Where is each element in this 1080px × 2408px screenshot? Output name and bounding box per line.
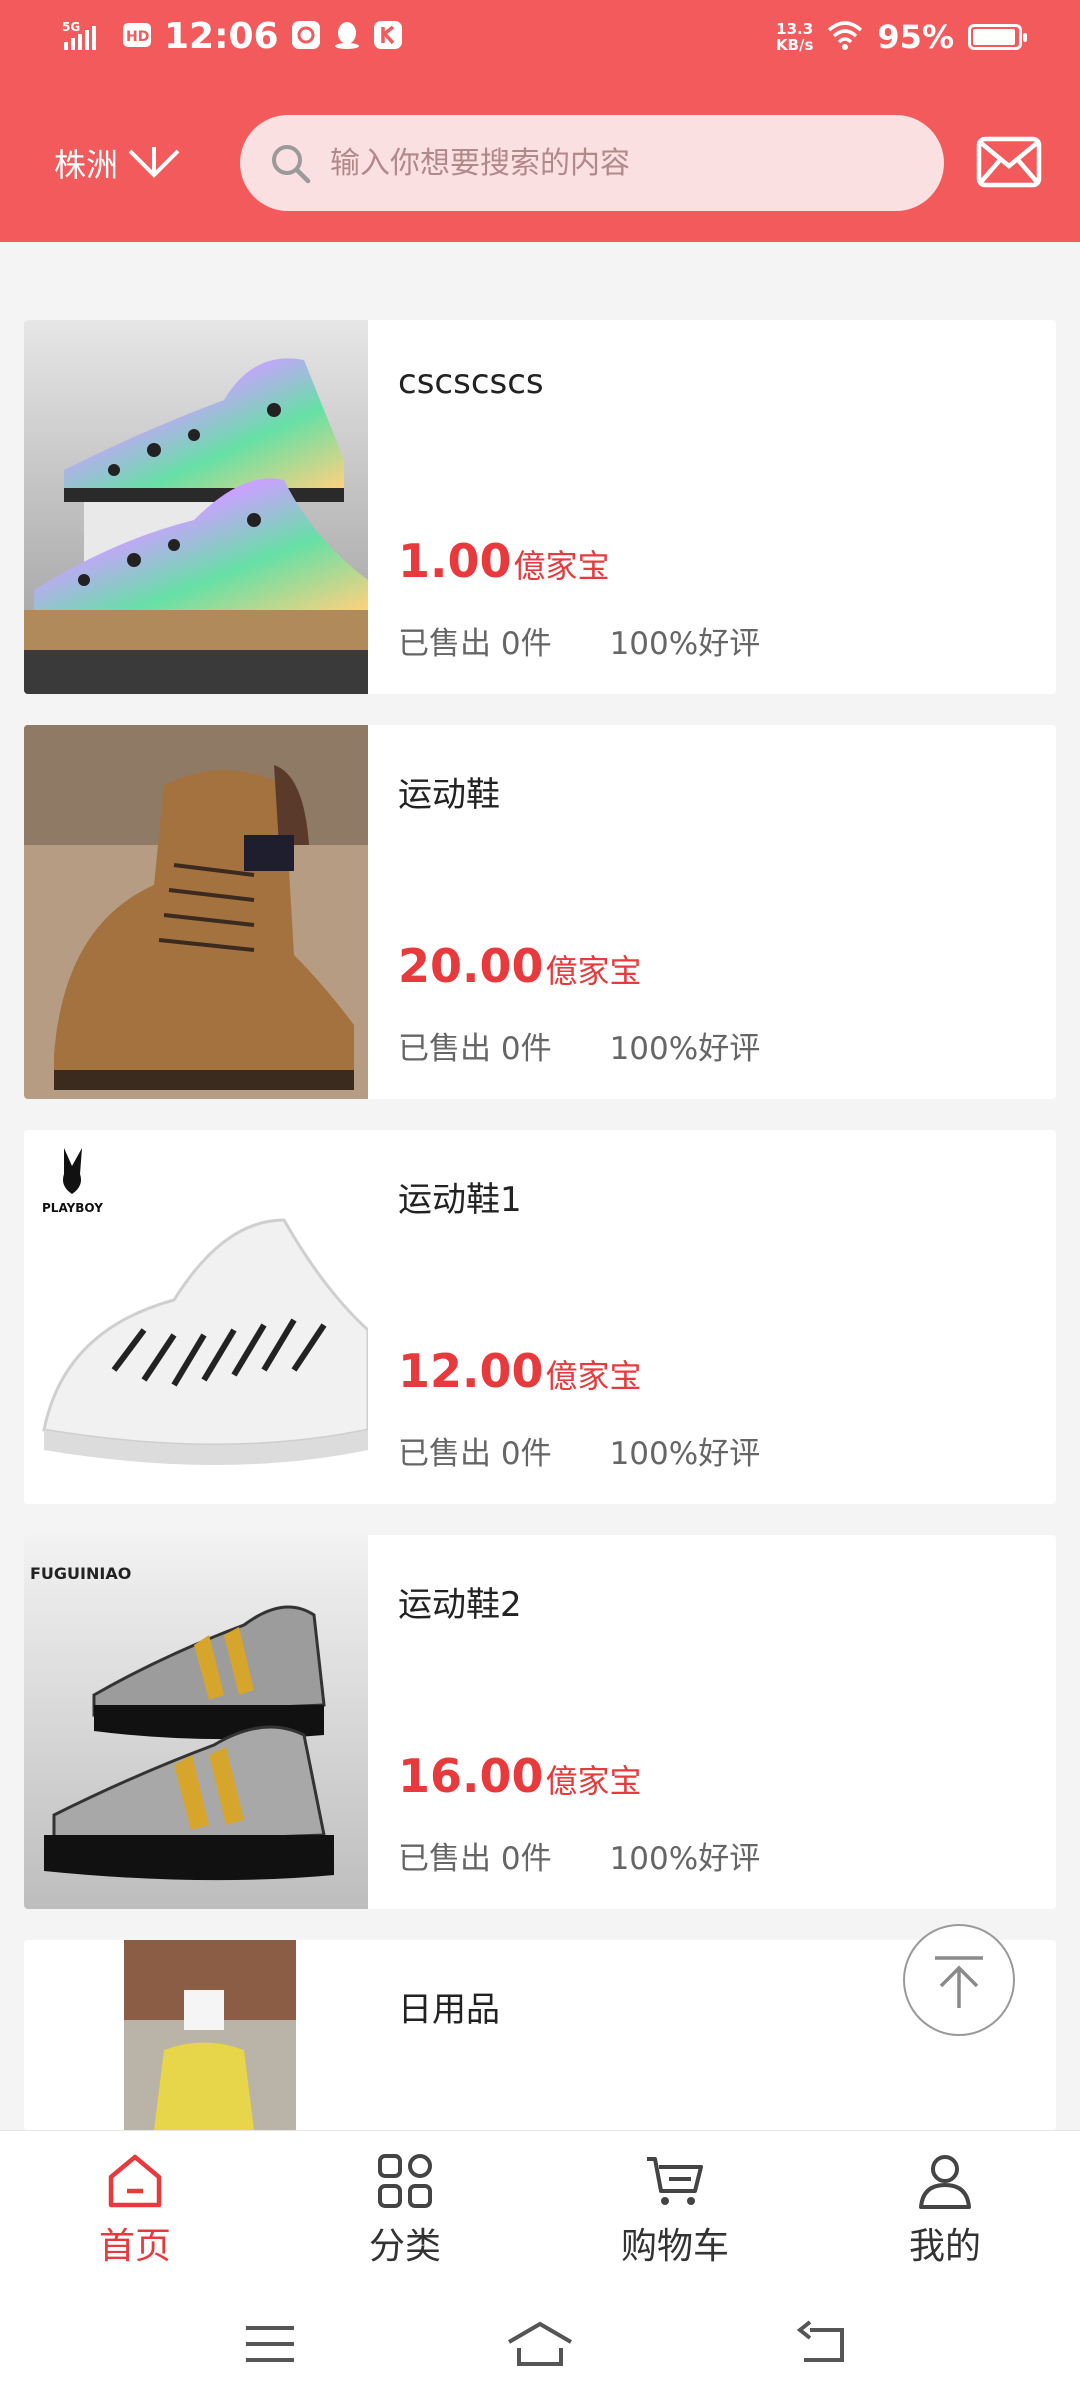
- rating: 100%好评: [609, 1436, 761, 1472]
- sold-count: 已售出 0件: [398, 1841, 552, 1877]
- tab-home[interactable]: 首页: [35, 2151, 235, 2269]
- hd-icon: HD: [122, 22, 152, 52]
- network-type: 5G: [62, 20, 80, 34]
- tab-profile[interactable]: 我的: [845, 2151, 1045, 2269]
- sold-count: 已售出 0件: [398, 626, 552, 662]
- product-card[interactable]: PLAYBOY 运动鞋1 12.00 億家宝 已售出 0件 100%好评: [24, 1130, 1056, 1504]
- status-bar: 5G HD 12:06 13.3 KB/s 95%: [0, 0, 1080, 84]
- tab-label: 首页: [98, 2226, 171, 2267]
- product-price: 16.00 億家宝: [398, 1749, 642, 1803]
- category-icon: [378, 2154, 432, 2208]
- product-title: 运动鞋: [398, 775, 500, 815]
- header: 5G HD 12:06 13.3 KB/s 95% 株洲 输入你想要搜索的内容: [0, 0, 1080, 242]
- cart-icon: [647, 2157, 703, 2205]
- fuguiniao-logo: FUGUINIAO: [30, 1564, 131, 1583]
- tab-category[interactable]: 分类: [305, 2151, 505, 2269]
- arrow-up-icon: [935, 1956, 983, 2008]
- product-list: cscscscs 1.00 億家宝 已售出 0件 100%好评 运动鞋 20.0…: [24, 320, 1056, 2130]
- network-speed: 13.3 KB/s: [775, 20, 814, 54]
- product-card[interactable]: FUGUINIAO 运动鞋2 16.00 億家宝 已售出 0件 100%好评: [24, 1535, 1056, 1909]
- user-icon: [919, 2155, 971, 2209]
- svg-text:FUGUINIAO: FUGUINIAO: [30, 1564, 131, 1583]
- product-image: PLAYBOY: [24, 1130, 368, 1504]
- signal-icon: 5G: [60, 18, 110, 56]
- city-selector[interactable]: 株洲: [54, 140, 182, 186]
- back-icon[interactable]: [796, 2320, 848, 2368]
- app-notification-icon: [291, 20, 321, 54]
- svg-text:HD: HD: [126, 29, 149, 45]
- product-title: 日用品: [398, 1990, 500, 2030]
- product-price: 12.00 億家宝: [398, 1344, 642, 1398]
- product-title: 运动鞋1: [398, 1180, 522, 1220]
- product-meta: 已售出 0件 100%好评: [398, 1023, 760, 1068]
- tab-label: 购物车: [620, 2226, 729, 2267]
- tab-label: 我的: [908, 2226, 981, 2267]
- product-image: [24, 320, 368, 694]
- product-card[interactable]: cscscscs 1.00 億家宝 已售出 0件 100%好评: [24, 320, 1056, 694]
- battery-icon: [968, 24, 1027, 50]
- product-card[interactable]: 日用品: [24, 1940, 1056, 2130]
- product-title: cscscscs: [398, 362, 544, 402]
- rating: 100%好评: [609, 626, 761, 662]
- rating: 100%好评: [609, 1031, 761, 1067]
- product-price: 1.00 億家宝: [398, 534, 610, 588]
- product-meta: 已售出 0件 100%好评: [398, 1428, 760, 1473]
- product-title: 运动鞋2: [398, 1585, 522, 1625]
- rating: 100%好评: [609, 1841, 761, 1877]
- svg-text:PLAYBOY: PLAYBOY: [42, 1201, 103, 1215]
- mail-icon[interactable]: [976, 136, 1042, 188]
- tab-cart[interactable]: 购物车: [575, 2151, 775, 2269]
- battery-percent: 95%: [877, 18, 954, 56]
- tab-label: 分类: [368, 2226, 441, 2267]
- back-to-top-button[interactable]: [903, 1924, 1015, 2036]
- city-label: 株洲: [54, 146, 119, 184]
- k-app-icon: [373, 20, 403, 54]
- search-input[interactable]: [328, 144, 892, 182]
- product-meta: 已售出 0件 100%好评: [398, 1833, 760, 1878]
- home-icon: [108, 2154, 162, 2208]
- sold-count: 已售出 0件: [398, 1031, 552, 1067]
- product-image: [24, 1940, 368, 2130]
- search-bar[interactable]: [240, 115, 944, 211]
- product-image: [24, 725, 368, 1099]
- chevron-down-icon: [128, 147, 180, 178]
- product-price: 20.00 億家宝: [398, 939, 642, 993]
- sold-count: 已售出 0件: [398, 1436, 552, 1472]
- product-meta: 已售出 0件 100%好评: [398, 618, 760, 663]
- wifi-icon: [827, 20, 863, 54]
- product-card[interactable]: 运动鞋 20.00 億家宝 已售出 0件 100%好评: [24, 725, 1056, 1099]
- system-navigation-bar: [0, 2290, 1080, 2408]
- bottom-tab-bar: 首页 分类 购物车 我的: [0, 2130, 1080, 2291]
- product-image: FUGUINIAO: [24, 1535, 368, 1909]
- menu-icon[interactable]: [244, 2320, 296, 2368]
- status-time: 12:06: [164, 16, 279, 57]
- search-icon: [272, 145, 311, 184]
- penguin-icon: [333, 20, 361, 54]
- home-nav-icon[interactable]: [505, 2320, 575, 2368]
